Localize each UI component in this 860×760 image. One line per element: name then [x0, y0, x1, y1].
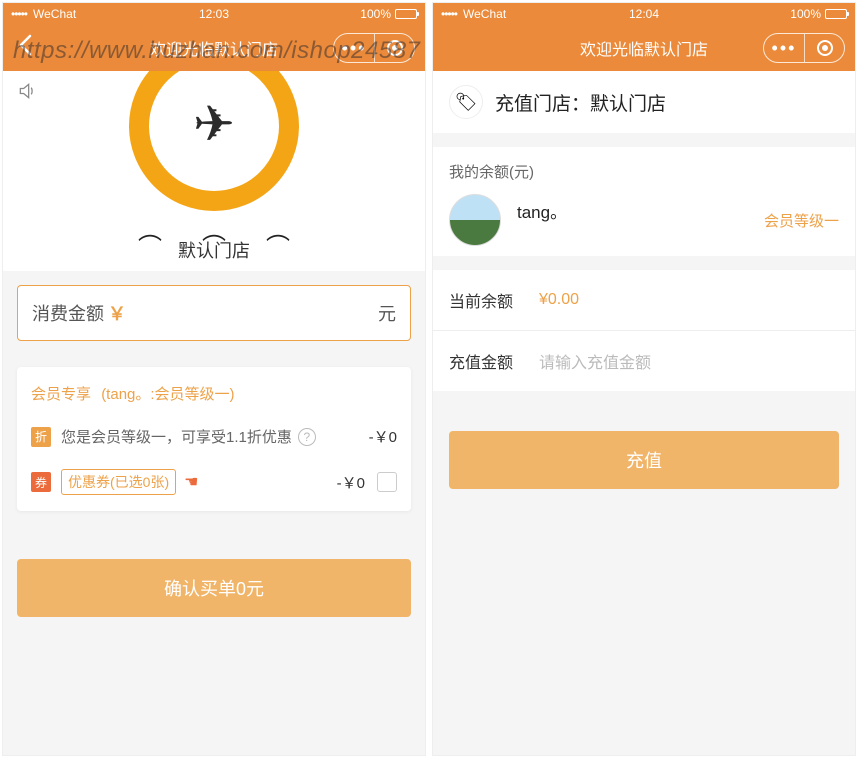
current-balance-row: 当前余额 ¥0.00	[433, 270, 855, 330]
member-card: 会员专享 (tang。:会员等级一) 折 您是会员等级一，可享受1.1折优惠 ?…	[17, 367, 411, 511]
status-bar: ••••• WeChat 12:03 100%	[3, 3, 425, 25]
current-balance-value: ¥0.00	[539, 291, 579, 309]
battery-icon	[395, 9, 417, 19]
navbar: 欢迎光临默认门店 •••	[3, 25, 425, 71]
balance-section: 我的余额(元) tang。 会员等级一	[433, 147, 855, 256]
help-icon[interactable]: ?	[298, 428, 316, 446]
recharge-amount-row[interactable]: 充值金额 请输入充值金额	[433, 330, 855, 391]
status-time: 12:03	[3, 7, 425, 21]
member-exclusive: 会员专享	[31, 386, 91, 403]
balance-label: 我的余额(元)	[449, 161, 839, 182]
username: tang。	[517, 198, 567, 223]
shop-logo: ✈	[129, 71, 299, 211]
coupon-amount: -￥0	[337, 472, 365, 493]
confirm-button[interactable]: 确认买单0元	[17, 559, 411, 617]
current-balance-key: 当前余额	[449, 288, 539, 312]
consume-amount-input[interactable]: 消费金额 ￥ 元	[17, 285, 411, 341]
recharge-button[interactable]: 充值	[449, 431, 839, 489]
recharge-amount-key: 充值金额	[449, 349, 539, 373]
rocket-icon: ✈	[193, 99, 235, 149]
shop-name: 默认门店	[3, 237, 425, 263]
shop-hero: ✈ ⌒⌒⌒ 默认门店	[3, 71, 425, 271]
navbar: 欢迎光临默认门店 •••	[433, 25, 855, 71]
coupon-row[interactable]: 券 优惠券(已选0张) ☚ -￥0	[31, 469, 397, 495]
store-logo-icon: 🏷	[449, 85, 483, 119]
member-detail: (tang。:会员等级一)	[101, 386, 234, 403]
discount-text: 您是会员等级一，可享受1.1折优惠	[61, 426, 292, 447]
phone-right: ••••• WeChat 12:04 100% 欢迎光临默认门店 ••• 🏷 充…	[432, 2, 856, 756]
coupon-tag: 券	[31, 472, 51, 492]
member-tier: 会员等级一	[764, 210, 839, 231]
store-header: 🏷 充值门店：默认门店	[433, 71, 855, 133]
page-title: 欢迎光临默认门店	[3, 36, 425, 60]
phone-left: https://www.huzhan.com/ishop24587 ••••• …	[2, 2, 426, 756]
status-bar: ••••• WeChat 12:04 100%	[433, 3, 855, 25]
pointer-icon: ☚	[184, 472, 198, 492]
page-title: 欢迎光临默认门店	[433, 36, 855, 60]
member-line: 会员专享 (tang。:会员等级一)	[31, 383, 397, 404]
unit: 元	[378, 300, 396, 326]
currency-symbol: ￥	[108, 300, 126, 326]
recharge-input[interactable]: 请输入充值金额	[539, 349, 651, 373]
speaker-icon[interactable]	[17, 81, 37, 106]
discount-tag: 折	[31, 427, 51, 447]
discount-amount: -￥0	[369, 426, 397, 447]
coupon-pill: 优惠券(已选0张)	[61, 469, 176, 495]
discount-row: 折 您是会员等级一，可享受1.1折优惠 ? -￥0	[31, 426, 397, 447]
battery-icon	[825, 9, 847, 19]
avatar	[449, 194, 501, 246]
coupon-checkbox[interactable]	[377, 472, 397, 492]
consume-label: 消费金额	[32, 300, 104, 326]
status-time: 12:04	[433, 7, 855, 21]
store-label: 充值门店：默认门店	[495, 89, 666, 116]
